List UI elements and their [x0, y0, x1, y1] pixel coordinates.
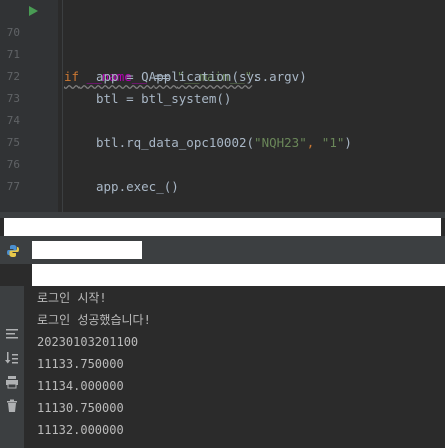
code-line-74[interactable]: 74 btl.rq_data_opc10002("NQH23", "1") — [0, 88, 445, 150]
code-editor[interactable]: 70 if __name__ == "__main__": 71 app = Q… — [0, 0, 445, 212]
console-line: 11133.750000 — [37, 357, 124, 371]
line-number: 77 — [6, 180, 20, 193]
scroll-to-end-icon[interactable] — [4, 350, 20, 366]
trash-icon[interactable] — [4, 398, 20, 414]
python-icon — [7, 245, 19, 257]
console-line: 11132.000000 — [37, 423, 124, 437]
code-line-77[interactable]: 77 — [0, 154, 445, 193]
run-config-tab[interactable] — [32, 241, 142, 259]
console-line: 20230103201100 — [37, 335, 139, 349]
code-line-71[interactable]: 71 app = QApplication(sys.argv) — [0, 22, 445, 84]
code-text: app.exec_() — [96, 179, 179, 194]
run-tab-strip — [0, 236, 445, 264]
soft-wrap-icon[interactable] — [4, 326, 20, 342]
code-line-76[interactable]: 76 app.exec_() — [0, 132, 445, 194]
code-line-73[interactable]: 73 — [0, 66, 445, 105]
print-icon[interactable] — [4, 374, 20, 390]
code-line-75[interactable]: 75 — [0, 110, 445, 149]
console-command-bar — [32, 264, 445, 286]
console-line: 11134.000000 — [37, 379, 124, 393]
console-line: 11130.750000 — [37, 401, 124, 415]
run-panel-header — [4, 218, 441, 236]
run-gutter-icon[interactable] — [29, 6, 38, 16]
console-toolbar — [0, 286, 24, 448]
console-output[interactable]: 로그인 시작! 로그인 성공했습니다! 20230103201100 11133… — [24, 286, 445, 448]
console-line: 로그인 시작! — [37, 291, 107, 305]
code-line-70[interactable]: 70 if __name__ == "__main__": — [0, 0, 445, 84]
console-line: 로그인 성공했습니다! — [37, 313, 151, 327]
code-line-72[interactable]: 72 btl = btl_system() — [0, 44, 445, 106]
